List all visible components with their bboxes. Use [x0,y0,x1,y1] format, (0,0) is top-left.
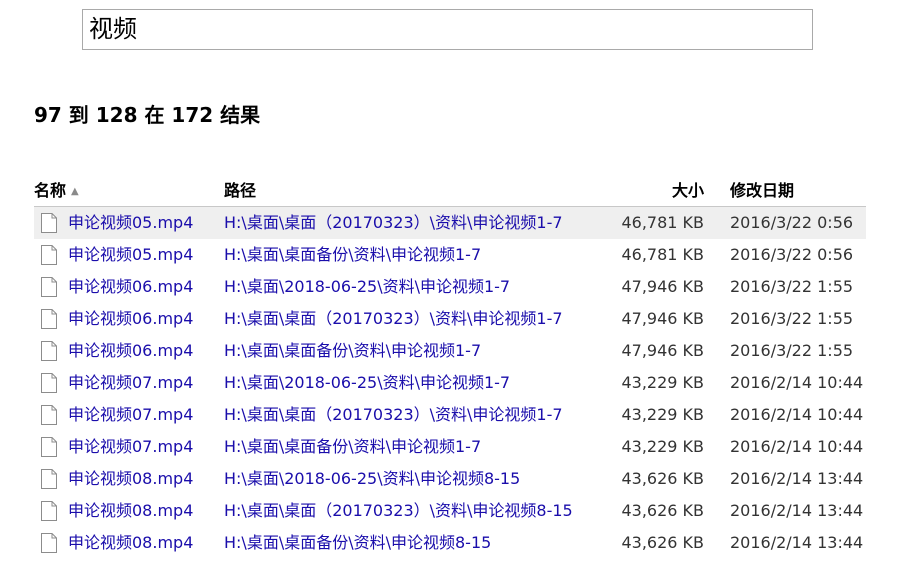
file-icon [41,245,57,265]
table-row: 申论视频05.mp4 H:\桌面\桌面备份\资料\申论视频1-7 46,781 KB… [34,239,866,271]
table-header: 名称 ▲ 路径 大小 修改日期 [34,176,866,207]
file-modified-date: 2016/3/22 1:55 [730,341,854,360]
file-modified-date: 2016/2/14 13:44 [730,469,864,488]
file-size: 43,626 KB [621,469,704,488]
file-name-link[interactable]: 申论视频06.mp4 [68,303,193,335]
file-modified-date: 2016/2/14 13:44 [730,533,864,552]
file-path-link[interactable]: H:\桌面\桌面备份\资料\申论视频8-15 [224,527,491,559]
results-list: 申论视频05.mp4 H:\桌面\桌面（20170323）\资料\申论视频1-7 4… [34,207,866,559]
file-size: 43,229 KB [621,437,704,456]
file-size: 43,229 KB [621,405,704,424]
file-name-link[interactable]: 申论视频06.mp4 [68,335,193,367]
file-icon [41,277,57,297]
file-path-link[interactable]: H:\桌面\2018-06-25\资料\申论视频1-7 [224,367,510,399]
file-path-link[interactable]: H:\桌面\桌面备份\资料\申论视频1-7 [224,431,481,463]
file-name-link[interactable]: 申论视频05.mp4 [68,207,193,239]
file-size: 47,946 KB [621,277,704,296]
search-input[interactable] [82,9,813,50]
file-size: 47,946 KB [621,341,704,360]
file-path-link[interactable]: H:\桌面\桌面（20170323）\资料\申论视频1-7 [224,399,563,431]
file-path-link[interactable]: H:\桌面\2018-06-25\资料\申论视频1-7 [224,271,510,303]
file-modified-date: 2016/2/14 13:44 [730,501,864,520]
table-row: 申论视频08.mp4 H:\桌面\桌面备份\资料\申论视频8-15 43,626 K… [34,527,866,559]
file-path-link[interactable]: H:\桌面\桌面备份\资料\申论视频1-7 [224,239,481,271]
file-name-link[interactable]: 申论视频08.mp4 [68,495,193,527]
file-name-link[interactable]: 申论视频06.mp4 [68,271,193,303]
column-header-name[interactable]: 名称 ▲ [34,176,79,207]
column-header-size[interactable]: 大小 [672,176,704,206]
file-icon [41,533,57,553]
file-name-link[interactable]: 申论视频07.mp4 [68,431,193,463]
file-icon [41,437,57,457]
file-modified-date: 2016/2/14 10:44 [730,405,864,424]
file-name-link[interactable]: 申论视频08.mp4 [68,527,193,559]
file-path-link[interactable]: H:\桌面\2018-06-25\资料\申论视频8-15 [224,463,520,495]
table-row: 申论视频06.mp4 H:\桌面\桌面（20170323）\资料\申论视频1-7 4… [34,303,866,335]
file-icon [41,341,57,361]
file-size: 46,781 KB [621,213,704,232]
file-name-link[interactable]: 申论视频07.mp4 [68,367,193,399]
file-icon [41,405,57,425]
file-path-link[interactable]: H:\桌面\桌面（20170323）\资料\申论视频1-7 [224,303,563,335]
table-row: 申论视频07.mp4 H:\桌面\2018-06-25\资料\申论视频1-7 43,… [34,367,866,399]
file-name-link[interactable]: 申论视频08.mp4 [68,463,193,495]
file-modified-date: 2016/2/14 10:44 [730,373,864,392]
column-header-name-label: 名称 [34,181,67,200]
file-icon [41,501,57,521]
file-name-link[interactable]: 申论视频05.mp4 [68,239,193,271]
sort-ascending-icon: ▲ [71,186,79,197]
file-path-link[interactable]: H:\桌面\桌面（20170323）\资料\申论视频1-7 [224,207,563,239]
file-size: 46,781 KB [621,245,704,264]
table-row: 申论视频08.mp4 H:\桌面\桌面（20170323）\资料\申论视频8-15… [34,495,866,527]
file-size: 43,626 KB [621,501,704,520]
file-size: 43,229 KB [621,373,704,392]
file-name-link[interactable]: 申论视频07.mp4 [68,399,193,431]
file-modified-date: 2016/3/22 0:56 [730,213,854,232]
file-icon [41,469,57,489]
table-row: 申论视频05.mp4 H:\桌面\桌面（20170323）\资料\申论视频1-7 4… [34,207,866,239]
table-row: 申论视频07.mp4 H:\桌面\桌面（20170323）\资料\申论视频1-7 4… [34,399,866,431]
results-summary: 97 到 128 在 172 结果 [34,103,261,127]
table-row: 申论视频07.mp4 H:\桌面\桌面备份\资料\申论视频1-7 43,229 KB… [34,431,866,463]
file-icon [41,373,57,393]
results-table: 名称 ▲ 路径 大小 修改日期 申论视频05.mp4 H:\桌面\桌面（201703… [34,176,866,559]
file-path-link[interactable]: H:\桌面\桌面备份\资料\申论视频1-7 [224,335,481,367]
column-header-path[interactable]: 路径 [224,176,256,206]
file-modified-date: 2016/3/22 1:55 [730,277,854,296]
table-row: 申论视频06.mp4 H:\桌面\2018-06-25\资料\申论视频1-7 47,… [34,271,866,303]
file-size: 47,946 KB [621,309,704,328]
file-icon [41,309,57,329]
file-modified-date: 2016/3/22 1:55 [730,309,854,328]
file-size: 43,626 KB [621,533,704,552]
table-row: 申论视频06.mp4 H:\桌面\桌面备份\资料\申论视频1-7 47,946 KB… [34,335,866,367]
file-modified-date: 2016/3/22 0:56 [730,245,854,264]
file-icon [41,213,57,233]
file-modified-date: 2016/2/14 10:44 [730,437,864,456]
file-path-link[interactable]: H:\桌面\桌面（20170323）\资料\申论视频8-15 [224,495,573,527]
table-row: 申论视频08.mp4 H:\桌面\2018-06-25\资料\申论视频8-15 43… [34,463,866,495]
column-header-date[interactable]: 修改日期 [730,176,794,206]
